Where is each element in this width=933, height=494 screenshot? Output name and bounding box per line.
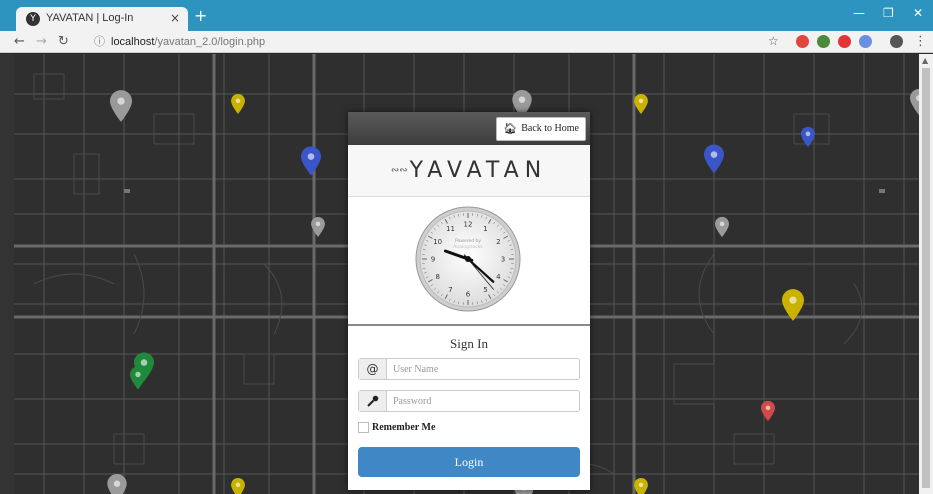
tab-close-icon[interactable]: × — [170, 11, 180, 25]
tab-title: YAVATAN | Log-In — [46, 12, 134, 24]
at-sign-icon: @ — [359, 359, 387, 379]
login-button[interactable]: Login — [358, 447, 580, 477]
close-window-button[interactable]: ✕ — [913, 6, 923, 20]
pin-shape — [110, 90, 132, 122]
browser-titlebar: Y YAVATAN | Log-In × + — ❐ ✕ — [0, 0, 933, 31]
extension-icon[interactable] — [796, 35, 809, 48]
scroll-up-arrow-icon[interactable]: ▲ — [922, 56, 928, 65]
info-icon: ⓘ — [94, 36, 105, 48]
clock-number: 1 — [483, 225, 487, 233]
map-pin-icon[interactable] — [910, 88, 919, 116]
url-path: /yavatan_2.0/login.php — [154, 36, 266, 48]
username-field[interactable]: @ — [358, 358, 580, 380]
map-pin-icon[interactable] — [704, 144, 724, 174]
map-pin-icon[interactable] — [231, 94, 245, 114]
new-tab-button[interactable]: + — [194, 6, 207, 25]
panel-header: 🏠︎ Back to Home — [348, 112, 590, 145]
yavatan-favicon-icon: Y — [26, 12, 40, 26]
reload-icon[interactable]: ↻ — [58, 34, 69, 49]
map-pin-icon[interactable] — [634, 94, 648, 114]
opera-icon[interactable] — [838, 35, 851, 48]
remember-me-checkbox[interactable] — [358, 422, 369, 433]
pin-shape — [761, 400, 775, 422]
analog-clock: 121234567891011 Powered by Analogclocks — [415, 206, 521, 312]
clock-number: 11 — [446, 225, 455, 233]
home-icon: 🏠︎ — [503, 123, 518, 135]
pin-shape — [634, 94, 648, 114]
clock-number: 4 — [496, 273, 501, 281]
clock-center — [465, 256, 471, 262]
map-pin-icon[interactable] — [761, 400, 775, 422]
address-bar[interactable]: ⓘ localhost/yavatan_2.0/login.php — [94, 33, 265, 51]
panel-divider — [348, 324, 590, 326]
restore-button[interactable]: ❐ — [883, 6, 894, 20]
brand-name: YAVATAN — [409, 158, 548, 183]
brand-logo: ∾∾YAVATAN — [391, 158, 547, 183]
map-pin-icon[interactable] — [301, 146, 321, 176]
pin-shape — [715, 216, 729, 238]
clock-number: 2 — [496, 238, 500, 246]
page-left-edge — [0, 54, 14, 494]
brand-banner: ∾∾YAVATAN — [348, 145, 590, 197]
login-panel: 🏠︎ Back to Home ∾∾YAVATAN 12 1 2 3 4 5 6 7 8 9 10 1… — [348, 112, 590, 490]
map-pin-icon[interactable] — [311, 217, 325, 237]
map-pin-icon[interactable] — [130, 366, 146, 390]
pin-shape — [704, 144, 724, 174]
pin-shape — [801, 126, 815, 148]
username-input[interactable] — [393, 361, 573, 377]
sign-in-title: Sign In — [450, 336, 488, 351]
clock-number: 9 — [431, 256, 435, 264]
map-pin-icon[interactable] — [634, 478, 648, 494]
bookmark-star-icon[interactable]: ☆ — [768, 34, 779, 48]
clock-brand-mark: Analogclocks — [453, 244, 483, 250]
map-pin-icon[interactable] — [715, 216, 729, 238]
back-to-home-button[interactable]: 🏠︎ Back to Home — [496, 117, 586, 141]
remember-me[interactable]: Remember Me — [358, 422, 435, 433]
clock-area: 12 1 2 3 4 5 6 7 8 9 10 11 Powered by Analogclocks — [348, 198, 590, 324]
browser-toolbar: ← → ↻ ⓘ localhost/yavatan_2.0/login.php ☆… — [0, 31, 933, 53]
clock-number: 3 — [501, 256, 505, 264]
forward-arrow-icon[interactable]: → — [36, 34, 47, 49]
pin-shape — [301, 146, 321, 176]
map-pin-icon[interactable] — [231, 478, 245, 494]
pin-shape — [311, 217, 325, 237]
map-pin-icon[interactable] — [107, 474, 127, 494]
key-icon — [359, 391, 387, 411]
url-host: localhost — [111, 36, 155, 48]
clock-number: 6 — [466, 291, 471, 299]
password-field[interactable] — [358, 390, 580, 412]
clock-number: 10 — [433, 238, 442, 246]
password-input[interactable] — [393, 393, 573, 409]
pin-shape — [130, 366, 146, 390]
minimize-button[interactable]: — — [853, 6, 865, 20]
remember-me-label: Remember Me — [372, 422, 436, 433]
back-to-home-label: Back to Home — [521, 123, 579, 134]
back-arrow-icon[interactable]: ← — [14, 34, 25, 49]
extension-icon[interactable] — [817, 35, 830, 48]
clock-number: 12 — [464, 221, 473, 229]
pin-shape — [910, 89, 919, 115]
clock-number: 5 — [483, 286, 487, 294]
map-pin-icon[interactable] — [110, 90, 132, 122]
extension-icon[interactable] — [859, 35, 872, 48]
pin-shape — [231, 94, 245, 114]
clock-number: 8 — [435, 273, 439, 281]
brand-mark-icon: ∾∾ — [390, 165, 408, 176]
menu-dots-icon[interactable]: ⋮ — [914, 34, 927, 49]
profile-icon[interactable] — [890, 35, 903, 48]
scroll-thumb[interactable] — [922, 68, 930, 488]
map-pin-icon[interactable] — [801, 126, 815, 148]
browser-tab[interactable]: Y YAVATAN | Log-In × — [16, 7, 188, 31]
page-scrollbar[interactable]: ▲ — [919, 54, 933, 494]
pin-shape — [782, 289, 804, 321]
clock-number: 7 — [448, 286, 452, 294]
map-pin-icon[interactable] — [782, 288, 804, 322]
powered-by-text: Powered by — [455, 238, 481, 244]
